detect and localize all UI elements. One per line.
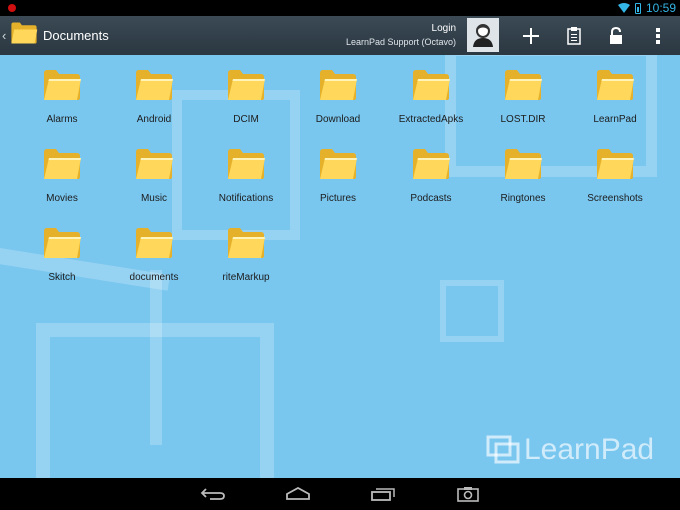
folder-label: Notifications — [218, 193, 274, 204]
home-button[interactable] — [283, 484, 313, 504]
folder-label: Pictures — [319, 193, 357, 204]
folder-item-alarms[interactable]: Alarms — [16, 67, 108, 129]
notification-dot-icon — [8, 4, 16, 12]
learnpad-logo-icon — [486, 435, 520, 464]
add-button[interactable] — [513, 17, 549, 55]
folder-icon — [136, 228, 173, 258]
folder-item-podcasts[interactable]: Podcasts — [385, 146, 477, 208]
folder-item-extractedapks[interactable]: ExtractedApks — [385, 67, 477, 129]
folder-icon — [136, 149, 173, 179]
folder-label: Screenshots — [587, 193, 643, 204]
folder-icon — [413, 70, 450, 100]
folder-label: Skitch — [48, 272, 76, 283]
folder-item-android[interactable]: Android — [108, 67, 200, 129]
folder-icon — [228, 149, 265, 179]
clipboard-button[interactable] — [556, 17, 592, 55]
folder-label: LOST.DIR — [500, 114, 546, 125]
folder-label: LearnPad — [593, 114, 637, 125]
overflow-menu-button[interactable] — [640, 17, 676, 55]
folder-item-ringtones[interactable]: Ringtones — [477, 146, 569, 208]
folder-item-movies[interactable]: Movies — [16, 146, 108, 208]
clipboard-icon — [567, 27, 581, 45]
account-login-label: Login — [431, 23, 456, 34]
folder-icon — [320, 70, 357, 100]
folder-item-notifications[interactable]: Notifications — [200, 146, 292, 208]
folder-icon[interactable] — [10, 20, 38, 46]
account-name: LearnPad Support (Octavo) — [345, 37, 456, 47]
folder-item-pictures[interactable]: Pictures — [292, 146, 384, 208]
folder-label: ExtractedApks — [398, 114, 464, 125]
folder-item-music[interactable]: Music — [108, 146, 200, 208]
folder-label: Music — [140, 193, 168, 204]
navigation-bar — [0, 478, 680, 510]
lock-button[interactable] — [598, 17, 634, 55]
background-frame — [440, 280, 504, 342]
folder-label: Podcasts — [410, 193, 452, 204]
folder-label: Download — [315, 114, 361, 125]
status-clock: 10:59 — [645, 1, 676, 15]
add-icon — [523, 28, 539, 44]
folder-label: Movies — [46, 193, 78, 204]
back-icon — [200, 488, 225, 500]
recent-apps-icon — [371, 488, 395, 501]
folder-label: Ringtones — [500, 193, 546, 204]
page-title: Documents — [43, 28, 109, 43]
folder-item-ritemarkup[interactable]: riteMarkup — [200, 225, 292, 287]
folder-item-lost-dir[interactable]: LOST.DIR — [477, 67, 569, 129]
lock-icon — [610, 27, 622, 44]
folder-icon — [44, 70, 81, 100]
wifi-icon — [617, 3, 630, 13]
folder-label: DCIM — [233, 114, 259, 125]
back-button[interactable] — [198, 484, 228, 504]
folder-item-documents[interactable]: documents — [108, 225, 200, 287]
home-icon — [286, 487, 310, 500]
status-icons: 10:59 — [617, 1, 676, 15]
folder-item-dcim[interactable]: DCIM — [200, 67, 292, 129]
folder-icon — [228, 228, 265, 258]
recent-apps-button[interactable] — [368, 484, 398, 504]
folder-label: Alarms — [46, 114, 78, 125]
account-info[interactable]: Login LearnPad Support (Octavo) — [346, 23, 456, 47]
folder-label: riteMarkup — [222, 272, 270, 283]
folder-icon — [44, 228, 81, 258]
background-stripe — [150, 270, 162, 445]
folder-item-skitch[interactable]: Skitch — [16, 225, 108, 287]
folder-icon — [505, 70, 542, 100]
overflow-menu-icon — [656, 28, 660, 44]
folder-icon — [44, 149, 81, 179]
watermark-text: LearnPad — [524, 433, 655, 466]
status-bar: 10:59 — [0, 0, 680, 16]
folder-icon — [413, 149, 450, 179]
folder-item-download[interactable]: Download — [292, 67, 384, 129]
folder-label: Android — [136, 114, 172, 125]
folder-icon — [597, 70, 634, 100]
screenshot-button[interactable] — [453, 484, 483, 504]
folder-icon — [505, 149, 542, 179]
battery-icon — [634, 2, 641, 14]
learnpad-watermark: LearnPad — [486, 433, 654, 467]
folder-icon — [320, 149, 357, 179]
screenshot-icon — [457, 487, 479, 502]
avatar-button[interactable] — [467, 18, 499, 52]
folder-label: documents — [129, 272, 179, 283]
folder-item-screenshots[interactable]: Screenshots — [569, 146, 661, 208]
folder-icon — [136, 70, 173, 100]
folder-item-learnpad[interactable]: LearnPad — [569, 67, 661, 129]
folder-icon — [597, 149, 634, 179]
up-caret-icon[interactable]: ‹ — [2, 28, 6, 43]
file-browser-content: LearnPad Alarms Android DCIM Download Extrac… — [0, 55, 680, 478]
folder-icon — [228, 70, 265, 100]
avatar-icon — [473, 24, 493, 47]
